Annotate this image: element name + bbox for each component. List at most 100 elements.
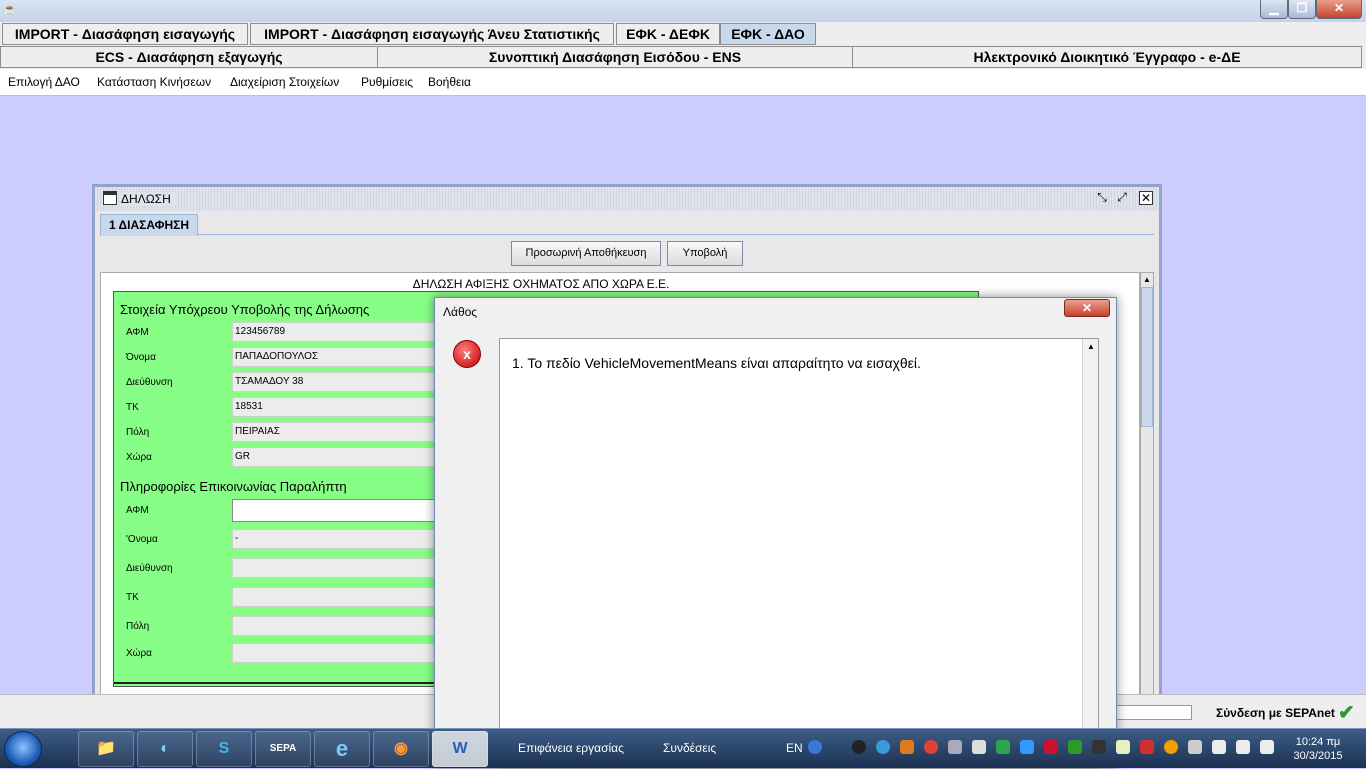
menu-data-management[interactable]: Διαχείριση Στοιχείων (230, 75, 339, 89)
field-label: Όνομα (126, 352, 156, 363)
help-icon[interactable] (808, 740, 822, 754)
network-icon[interactable] (1212, 740, 1226, 754)
sepanet-connection-label: Σύνδεση με SEPAnet (1216, 706, 1335, 720)
firefox-icon[interactable]: ◉ (373, 731, 429, 767)
recipient-name-field[interactable]: - (232, 529, 452, 549)
maximize-button[interactable]: ❐ (1288, 0, 1316, 19)
content-scrollbar[interactable]: ▲ (1140, 272, 1154, 702)
maximize-icon[interactable]: ⤢ (1115, 191, 1129, 205)
windows-taskbar: 📁 ◐ S SEPA e ◉ W Επιφάνεια εργασίας Συνδ… (0, 728, 1366, 768)
menu-help[interactable]: Βοήθεια (428, 75, 471, 89)
language-indicator[interactable]: EN (786, 741, 803, 755)
tray-app-icon[interactable] (900, 740, 914, 754)
minimize-button[interactable]: ▁ (1260, 0, 1288, 19)
tab-efk-dao[interactable]: ΕΦΚ - ΔΑΟ (720, 23, 816, 45)
sepa-desktop-icon[interactable]: SEPA (255, 731, 311, 767)
toolbar-links[interactable]: Συνδέσεις (663, 741, 716, 755)
tab-ens[interactable]: Συνοπτική Διασάφηση Εισόδου - ENS (377, 46, 853, 68)
tray-app-icon[interactable] (1140, 740, 1154, 754)
field-label: 'Ονομα (126, 534, 158, 545)
volume-icon[interactable] (1236, 740, 1250, 754)
scroll-up-icon[interactable]: ▲ (1083, 339, 1099, 355)
frame-tabstrip: 1 ΔΙΑΣΑΦΗΣΗ (100, 214, 1154, 236)
tab-e-de[interactable]: Ηλεκτρονικό Διοικητικό Έγγραφο - e-ΔΕ (852, 46, 1362, 68)
declarant-address-field[interactable]: ΤΣΑΜΑΔΟΥ 38 (232, 372, 452, 392)
menu-movements-status[interactable]: Κατάσταση Κινήσεων (97, 75, 211, 89)
clock-time: 10:24 πμ (1295, 736, 1341, 748)
word-icon[interactable]: W (432, 731, 488, 767)
declarant-afm-field[interactable]: 123456789 (232, 322, 452, 342)
section-declarant-title: Στοιχεία Υπόχρεου Υποβολής της Δήλωσης (120, 302, 370, 317)
system-clock[interactable]: 10:24 πμ 30/3/2015 (1290, 735, 1346, 763)
menu-select-dao[interactable]: Επιλογή ΔΑΟ (8, 75, 80, 89)
tab-ecs-export[interactable]: ECS - Διασάφηση εξαγωγής (0, 46, 378, 68)
field-label: Διεύθυνση (126, 377, 173, 388)
tab-efk-defk[interactable]: ΕΦΚ - ΔΕΦΚ (616, 23, 720, 45)
tray-app-icon[interactable] (1044, 740, 1058, 754)
message-scrollbar[interactable]: ▲ (1082, 339, 1098, 768)
error-message: 1. Το πεδίο VehicleMovementMeans είναι α… (512, 355, 921, 371)
window-titlebar: ☕ ▁ ❐ ✕ (0, 0, 1366, 22)
field-label: ΤΚ (126, 592, 139, 603)
close-button[interactable]: ✕ (1316, 0, 1362, 19)
field-label: Πόλη (126, 621, 150, 632)
declarant-name-field[interactable]: ΠΑΠΑΔΟΠΟΥΛΟΣ (232, 347, 452, 367)
explorer-icon[interactable]: 📁 (78, 731, 134, 767)
toolbar-desktop[interactable]: Επιφάνεια εργασίας (518, 741, 624, 755)
close-icon[interactable]: ✕ (1139, 191, 1153, 205)
dialog-title: Λάθος (443, 305, 478, 319)
recipient-afm-input[interactable] (232, 499, 452, 522)
field-label: ΑΦΜ (126, 327, 149, 338)
recipient-address-field[interactable] (232, 558, 452, 578)
declarant-city-field[interactable]: ΠΕΙΡΑΙΑΣ (232, 422, 452, 442)
tray-app-icon[interactable] (852, 740, 866, 754)
dialog-close-button[interactable]: ✕ (1064, 299, 1110, 317)
start-button[interactable] (4, 731, 42, 767)
recipient-postcode-field[interactable] (232, 587, 452, 607)
field-label: Πόλη (126, 427, 150, 438)
google-drive-icon[interactable] (996, 740, 1010, 754)
power-icon[interactable] (1260, 740, 1274, 754)
temp-save-button[interactable]: Προσωρινή Αποθήκευση (511, 241, 661, 266)
restore-icon[interactable]: ⤡ (1095, 191, 1109, 205)
tab-row-2: ECS - Διασάφηση εξαγωγής Συνοπτική Διασά… (0, 45, 1366, 69)
tab-import[interactable]: IMPORT - Διασάφηση εισαγωγής (2, 23, 248, 45)
menu-settings[interactable]: Ρυθμίσεις (361, 75, 413, 89)
skype-icon[interactable]: S (196, 731, 252, 767)
tray-app-icon[interactable] (1188, 740, 1202, 754)
declarant-postcode-field[interactable]: 18531 (232, 397, 452, 417)
frame-titlebar[interactable]: ΔΗΛΩΣΗ ⤡ ⤢ ✕ (95, 187, 1159, 211)
tab-declaration[interactable]: 1 ΔΙΑΣΑΦΗΣΗ (100, 214, 198, 236)
tray-app-icon[interactable] (972, 740, 986, 754)
content-title: ΔΗΛΩΣΗ ΑΦΙΞΗΣ ΟΧΗΜΑΤΟΣ ΑΠΟ ΧΩΡΑ Ε.Ε. (412, 277, 670, 291)
connection-check-icon: ✔ (1338, 702, 1355, 724)
error-dialog: Λάθος ✕ x 1. Το πεδίο VehicleMovementMea… (434, 297, 1117, 769)
error-x-icon: x (453, 340, 481, 368)
tray-app-icon[interactable] (876, 740, 890, 754)
frame-window-icon (103, 191, 117, 205)
tray-app-icon[interactable] (1068, 740, 1082, 754)
field-label: ΤΚ (126, 402, 139, 413)
submit-button[interactable]: Υποβολή (667, 241, 743, 266)
field-label: Χώρα (126, 648, 152, 659)
chrome-icon[interactable] (924, 740, 938, 754)
notification-icon[interactable] (948, 740, 962, 754)
recipient-city-field[interactable] (232, 616, 452, 636)
update-icon[interactable] (1164, 740, 1178, 754)
clock-date: 30/3/2015 (1293, 750, 1343, 762)
app-2-icon[interactable]: ◐ (137, 731, 193, 767)
scroll-up-icon[interactable]: ▲ (1141, 273, 1153, 287)
tray-app-icon[interactable] (1116, 740, 1130, 754)
recipient-country-field[interactable] (232, 643, 452, 663)
dialog-titlebar[interactable]: Λάθος ✕ (435, 298, 1116, 324)
declarant-country-field[interactable]: GR (232, 447, 452, 467)
tab-import-no-stat[interactable]: IMPORT - Διασάφηση εισαγωγής Άνευ Στατισ… (250, 23, 614, 45)
status-progress (1112, 705, 1192, 720)
dropbox-icon[interactable] (1020, 740, 1034, 754)
tray-app-icon[interactable] (1092, 740, 1106, 754)
scroll-thumb[interactable] (1141, 287, 1153, 427)
error-message-box: 1. Το πεδίο VehicleMovementMeans είναι α… (499, 338, 1099, 769)
frame-title: ΔΗΛΩΣΗ (121, 192, 177, 206)
tab-row-1: IMPORT - Διασάφηση εισαγωγής IMPORT - Δι… (0, 22, 1366, 46)
internet-explorer-icon[interactable]: e (314, 731, 370, 767)
